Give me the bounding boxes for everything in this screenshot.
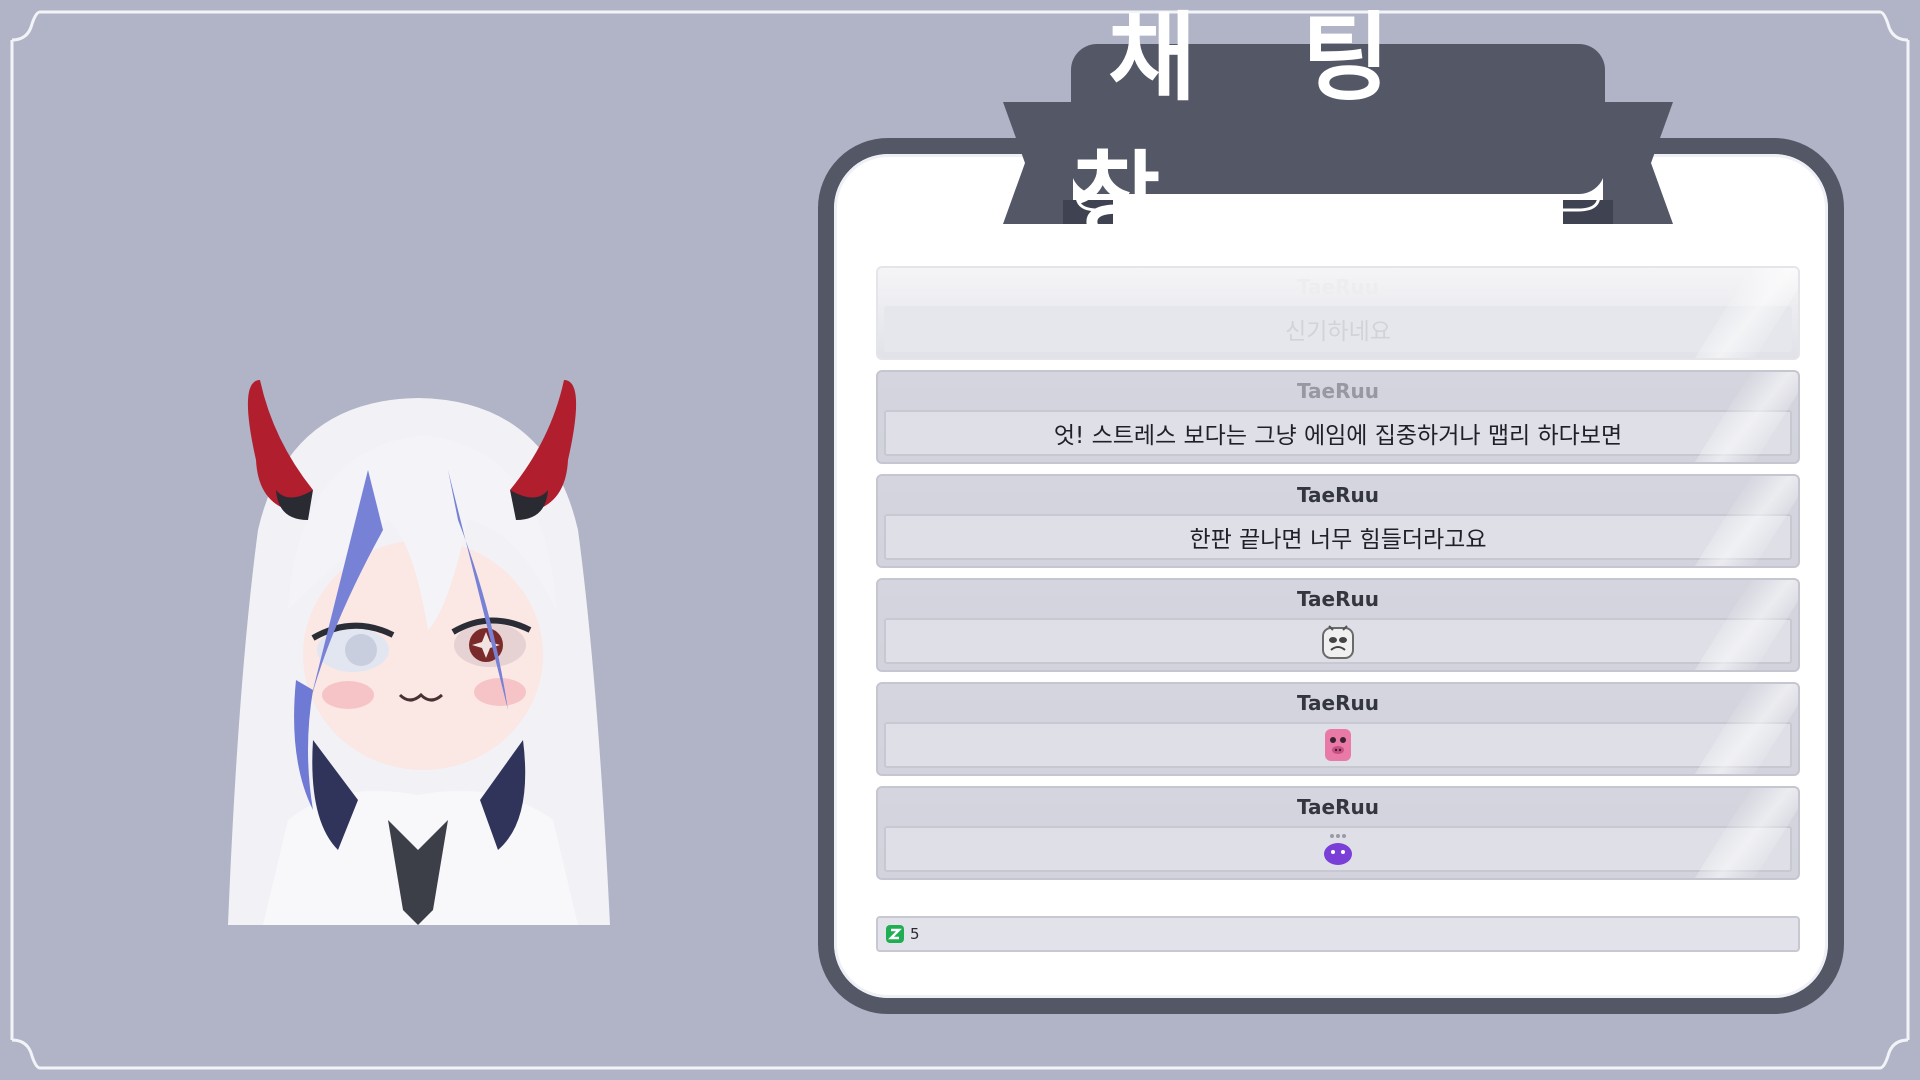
chat-message-list: TaeRuu 신기하네요 TaeRuu 엇! 스트레스 보다는 그냥 에임에 집… xyxy=(876,266,1804,956)
chat-message: TaeRuu xyxy=(876,786,1800,880)
chat-text: 엇! 스트레스 보다는 그냥 에임에 집중하거나 맵리 하다보면 xyxy=(884,410,1792,456)
chat-text: 한판 끝나면 너무 힘들더라고요 xyxy=(884,514,1792,560)
chat-message: TaeRuu 한판 끝나면 너무 힘들더라고요 xyxy=(876,474,1800,568)
chat-message: TaeRuu xyxy=(876,578,1800,672)
viewer-count-icon xyxy=(886,925,904,943)
chat-username[interactable]: TaeRuu xyxy=(878,476,1798,514)
chat-emote-body xyxy=(884,826,1792,872)
chat-username[interactable]: TaeRuu xyxy=(878,684,1798,722)
chat-title: 채 팅 창 xyxy=(1072,2,1427,253)
purple-blob-emote-icon xyxy=(1324,834,1352,865)
chat-username[interactable]: TaeRuu xyxy=(878,788,1798,826)
chat-username[interactable]: TaeRuu xyxy=(878,580,1798,618)
crying-face-emote-icon xyxy=(1322,625,1354,659)
viewer-count-bar: 5 xyxy=(876,916,1800,952)
chat-message: TaeRuu 신기하네요 xyxy=(876,266,1800,360)
chat-emote-body xyxy=(884,722,1792,768)
pink-pig-emote-icon xyxy=(1325,729,1351,761)
chat-message: TaeRuu 엇! 스트레스 보다는 그냥 에임에 집중하거나 맵리 하다보면 xyxy=(876,370,1800,464)
chat-username[interactable]: TaeRuu xyxy=(878,268,1798,306)
chat-message: TaeRuu xyxy=(876,682,1800,776)
chat-username[interactable]: TaeRuu xyxy=(878,372,1798,410)
chat-text: 신기하네요 xyxy=(884,306,1792,352)
viewer-count: 5 xyxy=(910,925,920,943)
chat-emote-body xyxy=(884,618,1792,664)
streamer-avatar xyxy=(228,380,610,925)
